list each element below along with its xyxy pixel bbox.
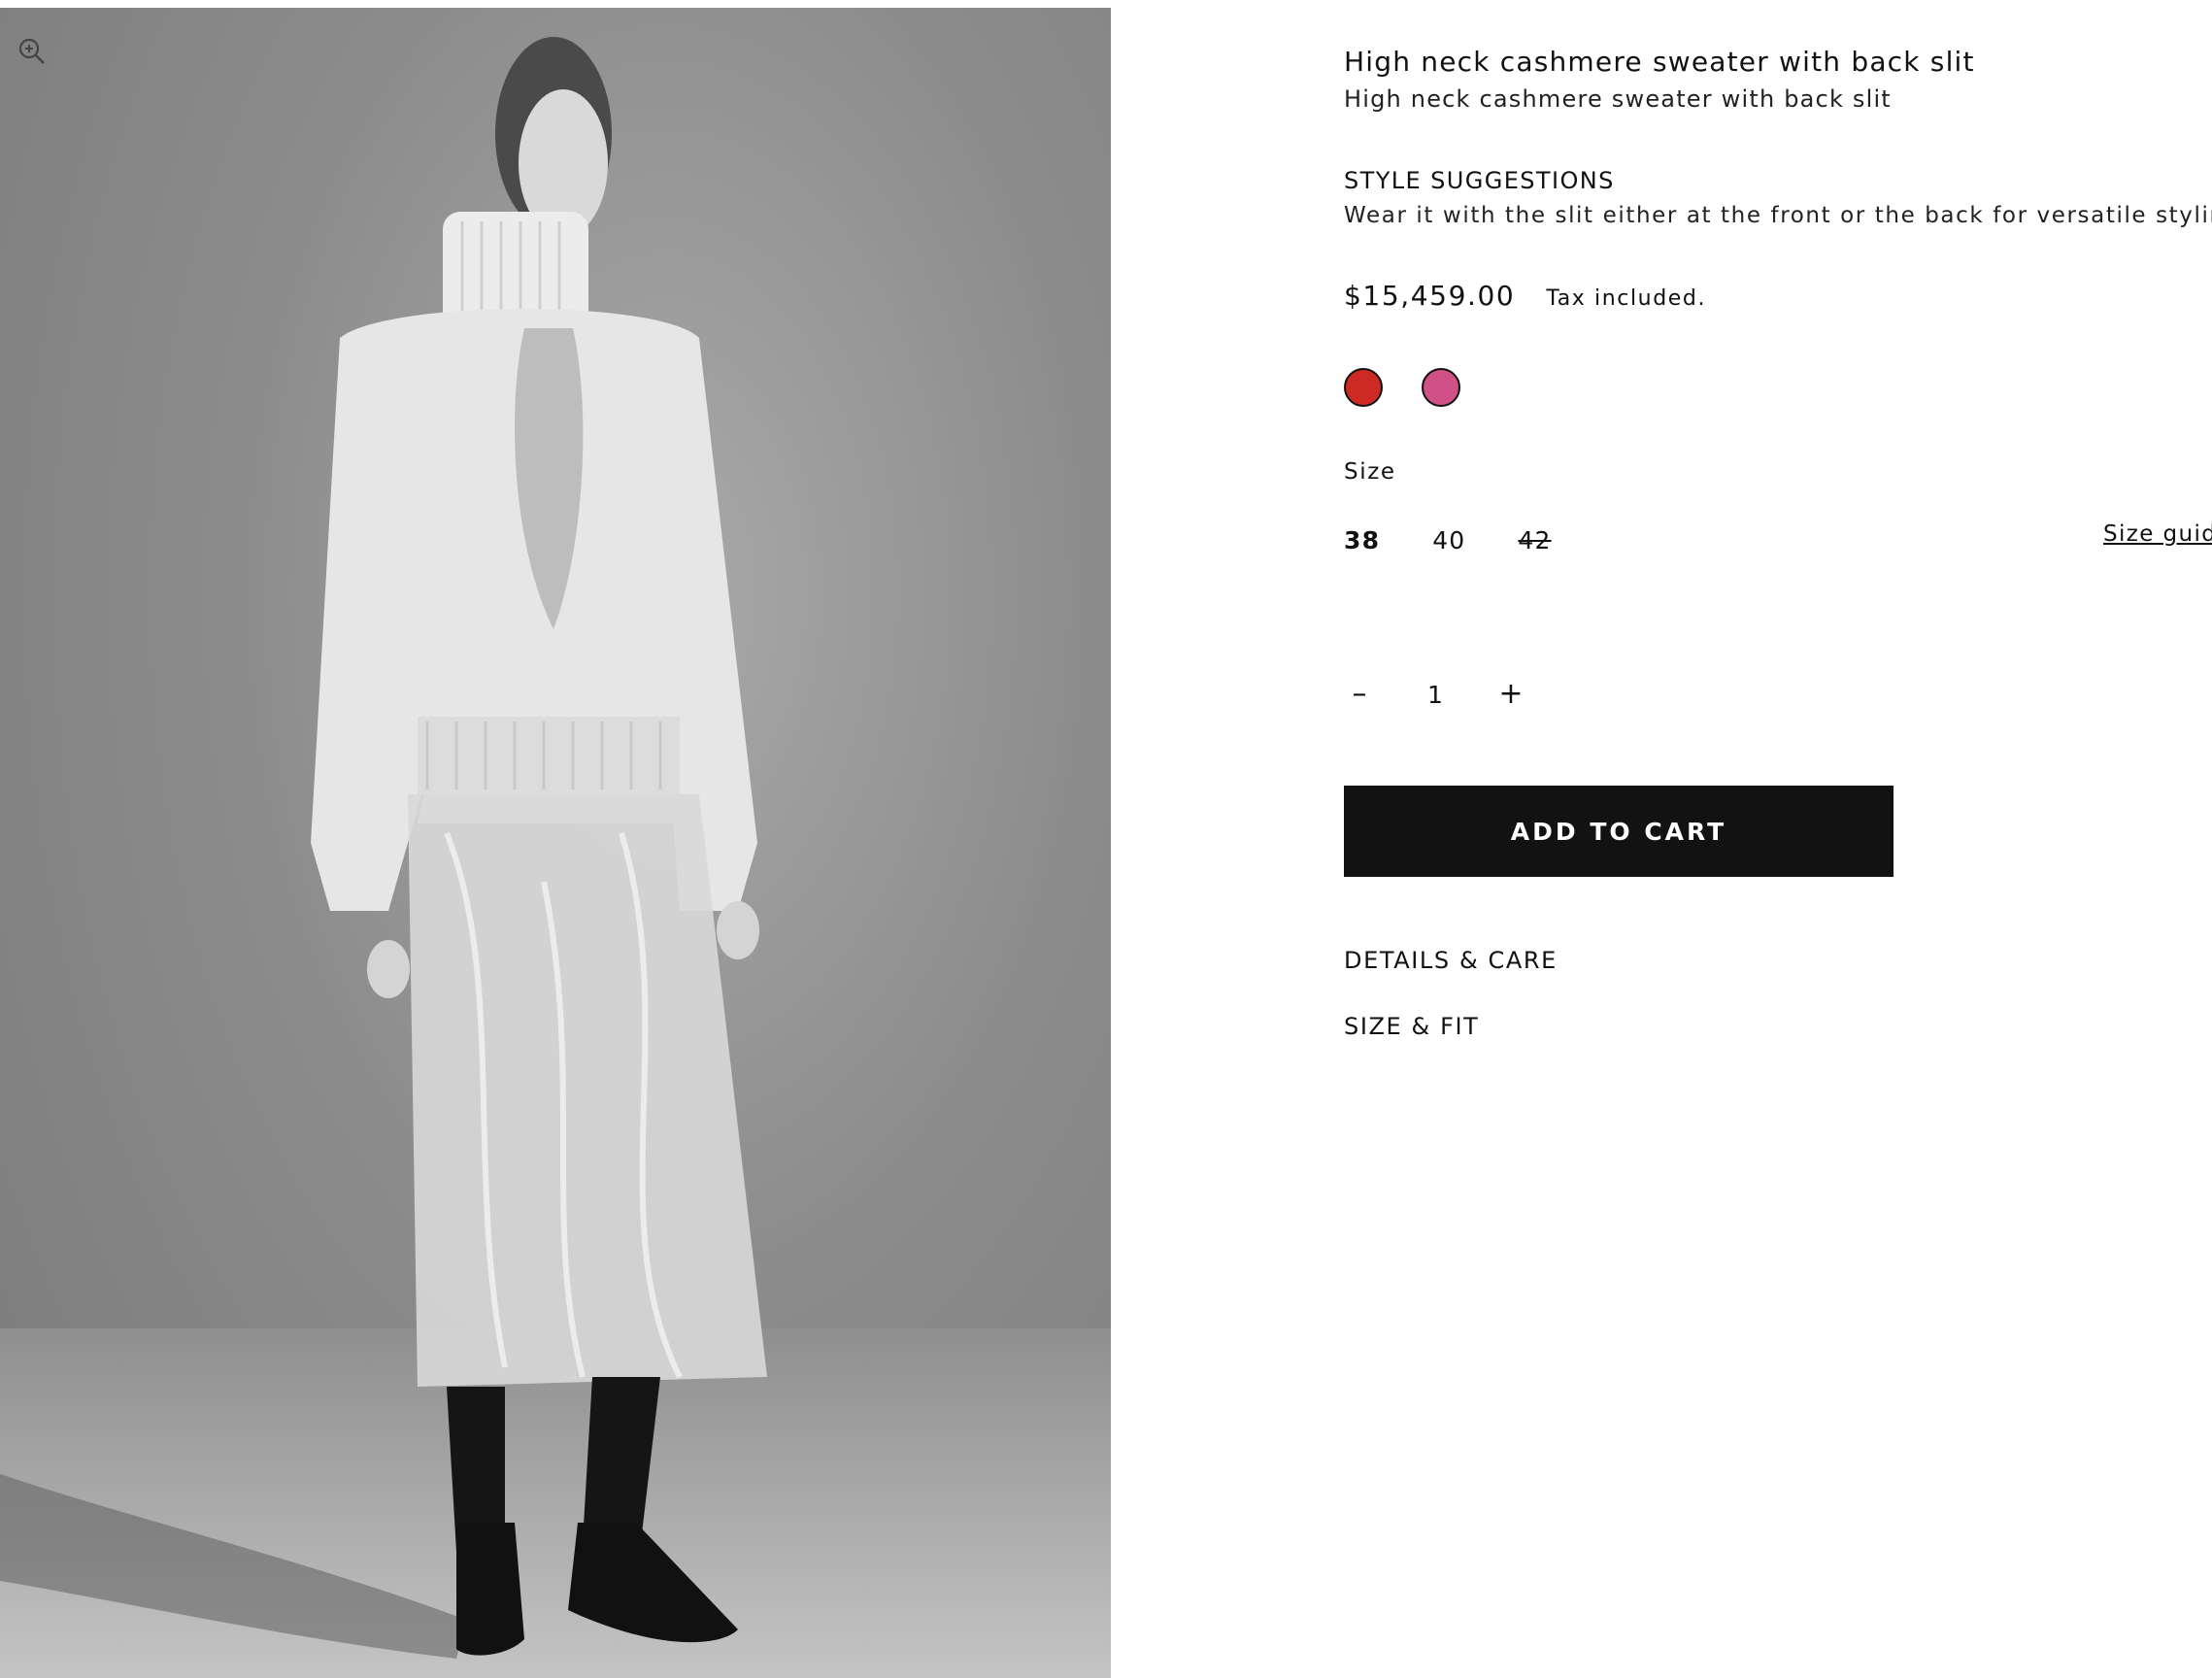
color-swatches [1344,368,2212,407]
style-suggestions-text: Wear it with the slit either at the fron… [1344,203,2212,228]
size-fit-accordion[interactable]: SIZE & FIT [1344,1013,2212,1040]
size-label: Size [1344,459,1396,485]
size-option-38[interactable]: 38 [1344,526,1380,554]
details-care-accordion[interactable]: DETAILS & CARE [1344,947,2212,974]
size-guide-link[interactable]: Size guide [2103,521,2212,547]
zoom-in-icon[interactable] [17,37,47,66]
quantity-value[interactable]: 1 [1404,681,1466,709]
size-option-40[interactable]: 40 [1432,526,1465,554]
size-option-42: 42 [1518,525,1552,554]
increase-quantity-button[interactable]: + [1495,679,1526,710]
product-title: High neck cashmere sweater with back sli… [1344,46,1975,78]
decrease-quantity-button[interactable]: – [1344,679,1375,710]
add-to-cart-button[interactable]: ADD TO CART [1344,786,1894,877]
quantity-stepper: – 1 + [1344,677,2212,712]
product-page: High neck cashmere sweater with back sli… [0,0,2212,1678]
tax-note: Tax included. [1546,286,1707,311]
product-image[interactable] [0,8,1111,1678]
style-suggestions-heading: STYLE SUGGESTIONS [1344,167,1615,194]
pink-swatch[interactable] [1422,368,1460,407]
price-row: $15,459.00 Tax included. [1344,280,2212,312]
size-selector: 38 40 42 Size guide [1344,521,2212,554]
model-photo [0,37,767,1659]
product-subtitle: High neck cashmere sweater with back sli… [1344,85,1892,113]
product-info: High neck cashmere sweater with back sli… [1344,43,2212,1678]
red-swatch[interactable] [1344,368,1383,407]
product-price: $15,459.00 [1344,280,1516,312]
